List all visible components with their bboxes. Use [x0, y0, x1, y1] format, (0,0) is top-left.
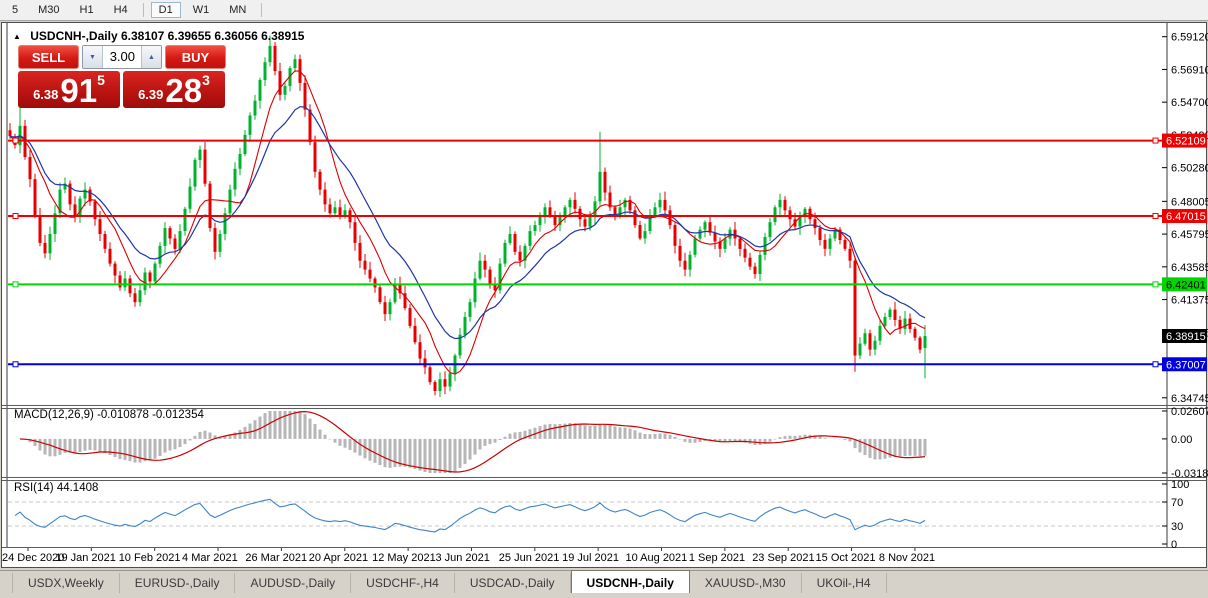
tab-eurusd-daily[interactable]: EURUSD-,Daily: [120, 573, 236, 593]
x-axis-date-label: 19 Jul 2021: [562, 552, 620, 564]
sell-price-display[interactable]: 6.38 91 5: [18, 71, 120, 108]
tab-usdchf-h4[interactable]: USDCHF-,H4: [351, 573, 455, 593]
timeframe-button-d1[interactable]: D1: [150, 2, 181, 18]
rsi-indicator-label: RSI(14) 44.1408: [14, 482, 99, 494]
sell-price-point: 5: [97, 72, 105, 88]
volume-increase-button[interactable]: ▲: [141, 46, 161, 68]
timeframe-button-5[interactable]: 5: [4, 2, 26, 18]
chart-tabs-bar: USDX,Weekly EURUSD-,Daily AUDUSD-,Daily USD…: [0, 570, 1208, 593]
timeframe-button-h4[interactable]: H4: [106, 2, 136, 18]
sell-price-pips: 91: [60, 72, 98, 109]
x-axis-date-labels: 24 Dec 2020 19 Jan 2021 10 Feb 2021 4 Mar 2…: [0, 552, 1208, 566]
arrow-up-icon: ▲: [148, 53, 155, 61]
x-axis-date-label: 12 May 2021: [372, 552, 436, 564]
buy-button[interactable]: BUY: [165, 45, 226, 69]
tab-usdcnh-daily[interactable]: USDCNH-,Daily: [570, 570, 690, 593]
x-axis-date-label: 19 Jan 2021: [55, 552, 116, 564]
x-axis-date-label: 4 Mar 2021: [182, 552, 238, 564]
sell-button[interactable]: SELL: [18, 45, 79, 69]
timeframe-toolbar: 5 M30 H1 H4 D1 W1 MN: [0, 0, 1208, 21]
timeframe-button-w1[interactable]: W1: [185, 2, 218, 18]
tab-usdx-weekly[interactable]: USDX,Weekly: [12, 573, 120, 593]
timeframe-button-m30[interactable]: M30: [30, 2, 67, 18]
tab-ukoil-h4[interactable]: UKOil-,H4: [802, 573, 887, 593]
x-axis-date-label: 1 Sep 2021: [688, 552, 746, 564]
arrow-down-icon: ▼: [89, 53, 96, 61]
tab-xauusd-m30[interactable]: XAUUSD-,M30: [690, 573, 802, 593]
chart-symbol-period: USDCNH-,Daily: [30, 29, 118, 43]
x-axis-date-label: 15 Oct 2021: [815, 552, 876, 564]
timeframe-button-mn[interactable]: MN: [221, 2, 254, 18]
x-axis-date-label: 3 Jun 2021: [435, 552, 490, 564]
timeframe-button-h1[interactable]: H1: [72, 2, 102, 18]
tab-usdcad-daily[interactable]: USDCAD-,Daily: [455, 573, 571, 593]
x-axis-date-label: 26 Mar 2021: [245, 552, 308, 564]
toolbar-separator: [142, 3, 144, 17]
volume-spinner: ▼ 3.00 ▲: [82, 45, 162, 69]
volume-value[interactable]: 3.00: [103, 46, 141, 68]
chart-title: ▲ USDCNH-,Daily 6.38107 6.39655 6.36056 …: [13, 29, 304, 43]
x-axis-date-label: 23 Sep 2021: [752, 552, 815, 564]
toolbar-separator: [261, 3, 263, 17]
one-click-trading-panel: SELL ▼ 3.00 ▲ BUY 6.38 91 5 6.39 28 3: [18, 45, 226, 108]
sell-price-base: 6.38: [33, 87, 59, 102]
tab-audusd-daily[interactable]: AUDUSD-,Daily: [235, 573, 352, 593]
buy-price-base: 6.39: [138, 87, 164, 102]
buy-price-point: 3: [202, 72, 210, 88]
buy-price-pips: 28: [165, 72, 203, 109]
x-axis-date-label: 8 Nov 2021: [878, 552, 936, 564]
macd-indicator-label: MACD(12,26,9) -0.010878 -0.012354: [14, 409, 204, 421]
x-axis-date-label: 20 Apr 2021: [308, 552, 369, 564]
x-axis-date-label: 10 Feb 2021: [118, 552, 181, 564]
x-axis-date-label: 10 Aug 2021: [625, 552, 688, 564]
volume-decrease-button[interactable]: ▼: [83, 46, 103, 68]
collapse-trade-panel-icon[interactable]: ▲: [13, 32, 21, 41]
chart-ohlc-values: 6.38107 6.39655 6.36056 6.38915: [120, 29, 305, 43]
buy-price-display[interactable]: 6.39 28 3: [123, 71, 225, 108]
x-axis-date-label: 25 Jun 2021: [498, 552, 560, 564]
